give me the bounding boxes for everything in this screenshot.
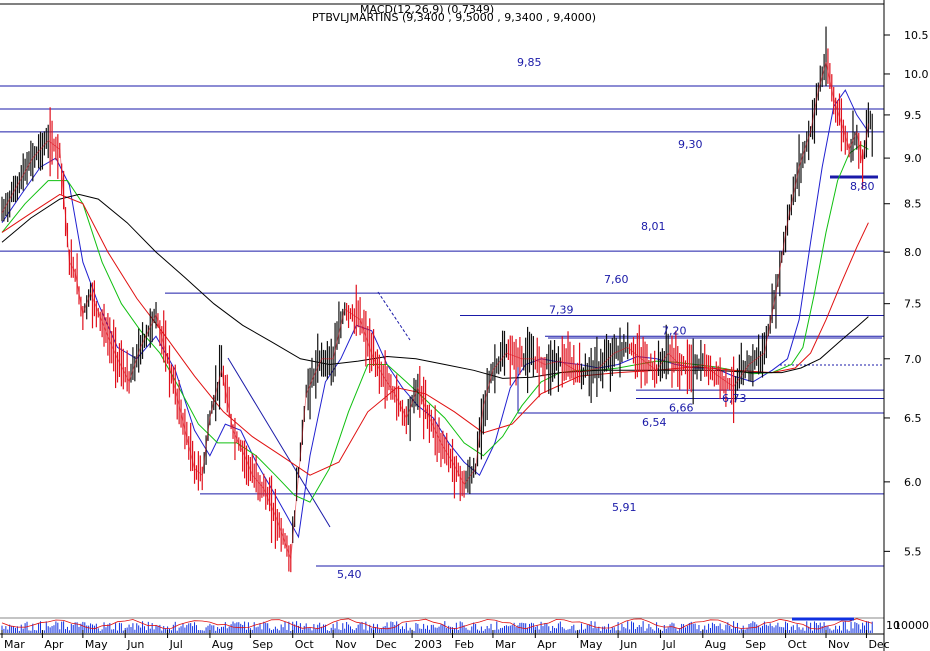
- y-tick-label: 5.5: [904, 545, 922, 558]
- stock-chart: 9,85 9,30 8,80 8,01 7,60 7,39 7,20 6,73 6,666,54…: [0, 0, 930, 651]
- x-tick-label: Aug: [705, 638, 726, 651]
- x-tick-label: 2003: [414, 638, 442, 651]
- y-tick-label: 6.0: [904, 476, 922, 489]
- level-label: 6,54: [642, 416, 667, 429]
- x-tick-label: Jul: [661, 638, 675, 651]
- x-tick-label: Dec: [376, 638, 397, 651]
- y-tick-label: 10.0: [904, 68, 929, 81]
- level-label: 9,30: [678, 138, 703, 151]
- x-tick-label: Mar: [4, 638, 25, 651]
- y-tick-label: 7.5: [904, 298, 922, 311]
- x-tick-label: Mar: [495, 638, 516, 651]
- level-label: 7,60: [604, 273, 629, 286]
- x-tick-label: Apr: [537, 638, 557, 651]
- x-tick-label: Jun: [619, 638, 637, 651]
- level-label: 8,80: [850, 180, 875, 193]
- y-tick-label: 8.0: [904, 246, 922, 259]
- x-tick-label: Oct: [788, 638, 808, 651]
- y-tick-label: 6.5: [904, 412, 922, 425]
- x-tick-label: Feb: [455, 638, 474, 651]
- x-tick-label: Sep: [745, 638, 766, 651]
- y-tick-label: 10.5: [904, 29, 929, 42]
- x-tick-label: Jul: [169, 638, 183, 651]
- level-label: 7,39: [549, 303, 574, 316]
- x-tick-label: Jun: [126, 638, 144, 651]
- level-label: 8,01: [641, 220, 666, 233]
- x-tick-label: Apr: [44, 638, 64, 651]
- x-tick-label: May: [580, 638, 603, 651]
- level-label: 6,73: [722, 392, 747, 405]
- chart-background: [0, 0, 930, 651]
- level-label: 9,85: [517, 56, 542, 69]
- level-label: 5,91: [612, 501, 637, 514]
- x-tick-label: Nov: [828, 638, 850, 651]
- x-tick-label: Aug: [212, 638, 233, 651]
- level-label: 7,20: [662, 324, 687, 337]
- header-ticker-line: PTBVLJMARTINS (9,3400 , 9,5000 , 9,3400 …: [312, 11, 596, 24]
- x-tick-label: Dec: [868, 638, 889, 651]
- y-tick-label: 9.5: [904, 109, 922, 122]
- x-tick-label: Oct: [295, 638, 315, 651]
- x-tick-label: Nov: [335, 638, 357, 651]
- x-tick-label: Sep: [252, 638, 273, 651]
- level-label: 5,40: [337, 568, 362, 581]
- y-tick-label: 9.0: [904, 152, 922, 165]
- level-label: 6,66: [669, 402, 694, 415]
- y-tick-label: 8.5: [904, 198, 922, 211]
- y-tick-label: 7.0: [904, 353, 922, 366]
- volume-axis-label: 10000: [894, 619, 929, 632]
- x-tick-label: May: [85, 638, 108, 651]
